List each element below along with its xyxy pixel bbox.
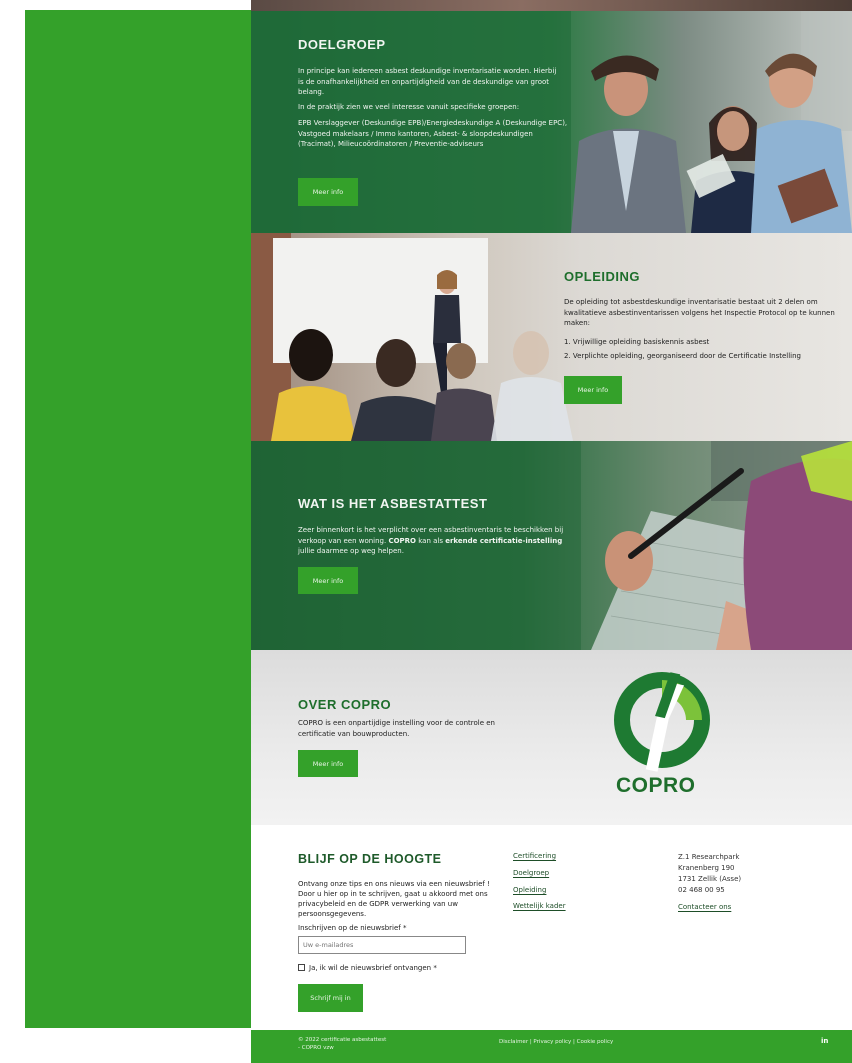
page: DOELGROEP In principe kan iedereen asbes… bbox=[0, 0, 852, 1063]
doelgroep-paragraph-2: In de praktijk zien we veel interesse va… bbox=[298, 103, 520, 111]
opleiding-list-item-1: 1. Vrijwillige opleiding basiskennis asb… bbox=[564, 338, 710, 346]
asbestattest-section: WAT IS HET ASBESTATTEST Zeer binnenkort … bbox=[251, 441, 852, 650]
green-sidebar-panel bbox=[25, 10, 251, 1028]
address-phone: 02 468 00 95 bbox=[678, 886, 725, 894]
asbestattest-paragraph: Zeer binnenkort is het verplicht over ee… bbox=[298, 525, 568, 557]
bottom-bar: © 2022 certificatie asbestattest - COPRO… bbox=[251, 1030, 852, 1063]
newsletter-label: Inschrijven op de nieuwsbrief * bbox=[298, 924, 407, 932]
classroom-photo bbox=[251, 233, 573, 441]
opleiding-title: OPLEIDING bbox=[564, 269, 641, 284]
doelgroep-title: DOELGROEP bbox=[298, 37, 386, 52]
address-line-3: 1731 Zellik (Asse) bbox=[678, 875, 742, 883]
newsletter-title: BLIJF OP DE HOOGTE bbox=[298, 852, 442, 866]
copro-logo-text: COPRO bbox=[616, 774, 696, 797]
opleiding-paragraph: De opleiding tot asbestdeskundige invent… bbox=[564, 298, 835, 327]
copro-logo-mark bbox=[614, 672, 710, 772]
newsletter-paragraph: Ontvang onze tips en ons nieuws via een … bbox=[298, 880, 490, 918]
doelgroep-section: DOELGROEP In principe kan iedereen asbes… bbox=[251, 11, 852, 233]
contact-link[interactable]: Contacteer ons bbox=[678, 903, 731, 911]
legal-links[interactable]: Disclaimer | Privacy policy | Cookie pol… bbox=[499, 1037, 613, 1048]
linkedin-icon[interactable]: in bbox=[821, 1036, 828, 1047]
over-copro-paragraph: COPRO is een onpartijdige instelling voo… bbox=[298, 719, 495, 738]
newsletter-consent-label: Ja, ik wil de nieuwsbrief ontvangen * bbox=[309, 964, 437, 972]
asbestattest-text-3: jullie daarmee op weg helpen. bbox=[298, 547, 404, 555]
footer-section: BLIJF OP DE HOOGTE Ontvang onze tips en … bbox=[251, 825, 852, 1030]
over-copro-section: OVER COPRO COPRO is een onpartijdige ins… bbox=[251, 650, 852, 825]
address-line-1: Z.1 Researchpark bbox=[678, 853, 740, 861]
footer-link-opleiding[interactable]: Opleiding bbox=[513, 886, 546, 894]
newsletter-subscribe-button[interactable]: Schrijf mij in bbox=[298, 984, 363, 1012]
over-copro-more-info-button[interactable]: Meer info bbox=[298, 750, 358, 777]
address-line-2: Kranenberg 190 bbox=[678, 864, 735, 872]
asbestattest-title: WAT IS HET ASBESTATTEST bbox=[298, 496, 488, 511]
newsletter-email-input[interactable] bbox=[298, 936, 466, 954]
copyright-text: © 2022 certificatie asbestattest - COPRO… bbox=[298, 1037, 387, 1051]
opleiding-more-info-button[interactable]: Meer info bbox=[564, 376, 622, 404]
footer-link-wettelijk-kader[interactable]: Wettelijk kader bbox=[513, 902, 566, 910]
over-copro-title: OVER COPRO bbox=[298, 697, 392, 712]
footer-link-doelgroep[interactable]: Doelgroep bbox=[513, 869, 549, 877]
website-preview: DOELGROEP In principe kan iedereen asbes… bbox=[251, 0, 852, 1063]
opleiding-list-item-2: 2. Verplichte opleiding, georganiseerd d… bbox=[564, 352, 801, 360]
asbestattest-text-2: kan als bbox=[416, 536, 446, 545]
asbestattest-more-info-button[interactable]: Meer info bbox=[298, 567, 358, 594]
footer-link-certificering[interactable]: Certificering bbox=[513, 852, 556, 860]
opleiding-section: OPLEIDING De opleiding tot asbestdeskund… bbox=[251, 233, 852, 441]
team-photo bbox=[571, 11, 852, 233]
doelgroep-more-info-button[interactable]: Meer info bbox=[298, 178, 358, 206]
top-image-strip bbox=[251, 0, 852, 11]
asbestattest-text-erkend: erkende certificatie-instelling bbox=[445, 536, 563, 545]
doelgroep-paragraph-3: EPB Verslaggever (Deskundige EPB)/Energi… bbox=[298, 119, 568, 148]
newsletter-consent-checkbox[interactable] bbox=[298, 964, 305, 971]
doelgroep-paragraph-1: In principe kan iedereen asbest deskundi… bbox=[298, 67, 557, 96]
asbestattest-text-copro: COPRO bbox=[388, 536, 417, 545]
